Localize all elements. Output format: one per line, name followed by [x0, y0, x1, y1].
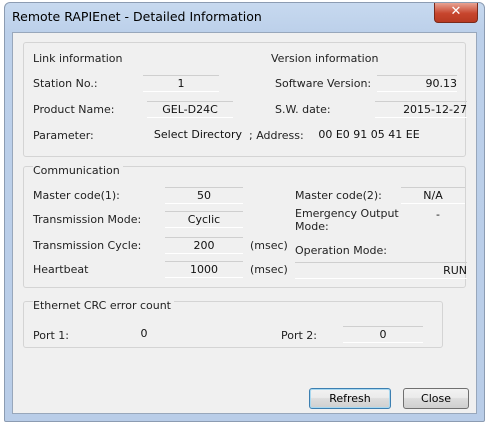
address-value: 00 E0 91 05 41 EE	[318, 128, 420, 141]
operation-mode-label: Operation Mode:	[295, 244, 387, 257]
crc-heading: Ethernet CRC error count	[33, 299, 174, 312]
port-2-value: 0	[343, 326, 423, 343]
dialog-window: Remote RAPIEnet - Detailed Information ✕…	[4, 2, 485, 422]
heartbeat-value: 1000	[165, 261, 243, 278]
refresh-button[interactable]: Refresh	[309, 388, 391, 409]
address-label: ; Address:	[249, 129, 304, 142]
product-name-value: GEL-D24C	[147, 101, 233, 118]
emergency-output-label-line2: Mode:	[295, 220, 329, 233]
operation-mode-value: RUN	[295, 262, 467, 279]
master-code-1-label: Master code(1):	[33, 189, 120, 202]
port-1-value: 0	[140, 327, 148, 340]
close-icon[interactable]: ✕	[434, 3, 478, 23]
port-1-label: Port 1:	[33, 329, 70, 342]
station-value: 1	[143, 75, 219, 92]
master-code-1-value: 50	[165, 187, 243, 204]
transmission-cycle-value: 200	[165, 237, 243, 254]
dialog-body: Link information Version information Sta…	[12, 32, 477, 414]
transmission-mode-label: Transmission Mode:	[33, 213, 142, 226]
master-code-2-label: Master code(2):	[295, 189, 382, 202]
transmission-mode-value: Cyclic	[165, 211, 243, 228]
transmission-cycle-unit: (msec)	[250, 239, 288, 252]
software-version-value: 90.13	[377, 75, 457, 92]
parameter-label: Parameter:	[33, 129, 94, 142]
master-code-2-value: N/A	[401, 187, 465, 204]
sw-date-value: 2015-12-27	[375, 101, 467, 118]
communication-heading: Communication	[33, 164, 123, 177]
close-button[interactable]: Close	[403, 388, 469, 409]
emergency-output-value: -	[436, 208, 440, 221]
parameter-value: Select Directory	[153, 128, 243, 141]
software-version-label: Software Version:	[275, 77, 372, 90]
heartbeat-label: Heartbeat	[33, 263, 89, 276]
station-label: Station No.:	[33, 77, 98, 90]
port-2-label: Port 2:	[281, 329, 318, 342]
window-title: Remote RAPIEnet - Detailed Information	[12, 9, 262, 24]
link-info-heading: Link information	[33, 52, 123, 65]
transmission-cycle-label: Transmission Cycle:	[33, 239, 142, 252]
emergency-output-label: Emergency Output	[295, 207, 399, 220]
title-bar[interactable]: Remote RAPIEnet - Detailed Information ✕	[5, 3, 484, 33]
heartbeat-unit: (msec)	[250, 263, 288, 276]
sw-date-label: S.W. date:	[275, 103, 331, 116]
version-info-heading: Version information	[271, 52, 379, 65]
product-name-label: Product Name:	[33, 103, 115, 116]
